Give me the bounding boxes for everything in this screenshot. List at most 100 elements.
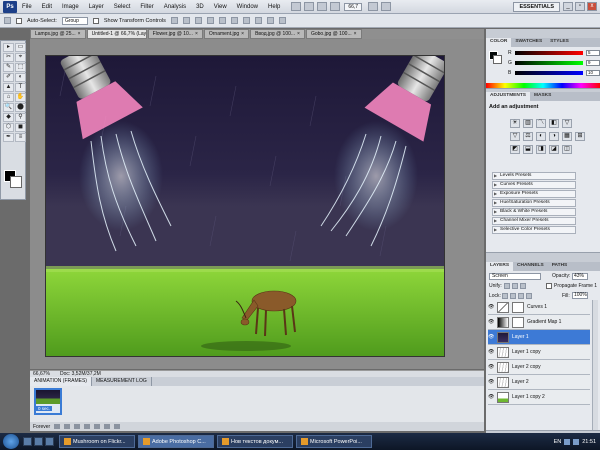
show-desktop-icon[interactable]	[23, 437, 32, 446]
channel-value-field[interactable]: 9	[586, 60, 600, 66]
tool-icon-19[interactable]: ≡	[15, 133, 26, 142]
hand-tool-icon[interactable]	[317, 2, 328, 11]
tool-icon-13[interactable]: ⬤	[15, 103, 26, 112]
zoom-level-dropdown[interactable]: 66,7	[344, 2, 363, 11]
align-right-icon[interactable]	[230, 17, 238, 24]
menu-file[interactable]: File	[17, 4, 37, 10]
preset-row[interactable]: Channel Mixer Presets	[492, 217, 576, 225]
tool-icon-9[interactable]: T	[15, 83, 26, 92]
adjustment-icon[interactable]: ◫	[562, 145, 572, 154]
visibility-eye-icon[interactable]: 👁	[488, 364, 494, 370]
maximize-button[interactable]: ▫	[575, 2, 585, 11]
play-icon[interactable]	[74, 424, 81, 429]
menu-view[interactable]: View	[209, 4, 232, 10]
auto-select-checkbox[interactable]	[16, 17, 22, 24]
align-bottom-icon[interactable]	[194, 17, 202, 24]
layer-row[interactable]: 👁 Layer 1 copy 2	[488, 390, 590, 405]
auto-align-icon[interactable]	[278, 17, 286, 24]
distribute-top-icon[interactable]	[242, 17, 250, 24]
visibility-eye-icon[interactable]: 👁	[488, 334, 494, 340]
media-player-icon[interactable]	[45, 437, 54, 446]
panel-tab[interactable]: COLOR	[486, 38, 512, 47]
document-tab[interactable]: Ввод.jpg @ 100... ×	[250, 29, 305, 39]
document-tab[interactable]: Ornament.jpg ×	[203, 29, 250, 39]
adjustment-icon[interactable]: ◩	[510, 145, 520, 154]
adjustment-icon[interactable]: ◧	[549, 119, 559, 128]
align-center-icon[interactable]	[218, 17, 226, 24]
menu-help[interactable]: Help	[263, 4, 285, 10]
visibility-eye-icon[interactable]: 👁	[488, 394, 494, 400]
menu-image[interactable]: Image	[57, 4, 84, 10]
adjustment-icon[interactable]: ◪	[549, 145, 559, 154]
color-ramp[interactable]	[486, 83, 600, 88]
panel-tab[interactable]: SWATCHES	[511, 38, 546, 47]
tool-icon-16[interactable]: ⬡	[3, 123, 14, 132]
panel-tab[interactable]: LAYERS	[486, 262, 514, 271]
adjustment-icon[interactable]: ⬓	[523, 145, 533, 154]
tab-close-icon[interactable]: ×	[241, 31, 244, 37]
tool-icon-15[interactable]: ⚲	[15, 113, 26, 122]
tool-icon-6[interactable]: ✐	[3, 73, 14, 82]
preset-row[interactable]: Selective Color Presets	[492, 226, 576, 234]
document-tab[interactable]: Lamps.jpg @ 25... ×	[30, 29, 86, 39]
tab-close-icon[interactable]: ×	[78, 31, 81, 37]
adjustment-icon[interactable]: 〽	[536, 119, 546, 128]
tab-close-icon[interactable]: ×	[297, 31, 300, 37]
prev-frame-icon[interactable]	[64, 424, 71, 429]
adjustment-icon[interactable]: ▽	[510, 132, 520, 141]
move-tool-icon[interactable]	[4, 17, 11, 24]
first-frame-icon[interactable]	[54, 424, 61, 429]
adjustment-icon[interactable]: ▥	[523, 119, 533, 128]
close-button[interactable]: x	[587, 2, 597, 11]
unify-visibility-icon[interactable]	[512, 283, 518, 289]
fill-field[interactable]: 100%	[572, 292, 588, 299]
propagate-frame-checkbox[interactable]	[546, 283, 552, 289]
layer-row[interactable]: 👁 Layer 2	[488, 375, 590, 390]
opacity-field[interactable]: 43%	[572, 273, 588, 280]
tool-icon-17[interactable]: ◼	[15, 123, 26, 132]
language-indicator[interactable]: EN	[554, 439, 562, 445]
layer-row[interactable]: 👁 Curves 1	[488, 300, 590, 315]
network-icon[interactable]	[564, 438, 571, 445]
unify-position-icon[interactable]	[504, 283, 510, 289]
distribute-bottom-icon[interactable]	[266, 17, 274, 24]
volume-icon[interactable]	[573, 438, 580, 445]
bridge-icon[interactable]	[291, 2, 302, 11]
preset-row[interactable]: Exposure Presets	[492, 190, 576, 198]
unify-style-icon[interactable]	[520, 283, 526, 289]
tab-close-icon[interactable]: ×	[195, 31, 198, 37]
tool-icon-10[interactable]: ⌂	[3, 93, 14, 102]
tool-icon-2[interactable]: ✂	[3, 53, 14, 62]
adjustment-icon[interactable]: ▦	[562, 132, 572, 141]
taskbar-task[interactable]: Mushroom on Flickr...	[59, 435, 135, 448]
zoom-tool-icon[interactable]	[330, 2, 341, 11]
layer-row[interactable]: 👁 Layer 1	[488, 330, 590, 345]
tool-icon-1[interactable]: ▭	[15, 43, 26, 52]
panel-tab[interactable]: CHANNELS	[513, 262, 548, 271]
taskbar-task[interactable]: Microsoft PowerPoi...	[296, 435, 372, 448]
artwork-canvas[interactable]	[45, 55, 445, 357]
tool-icon-3[interactable]: ⌖	[15, 53, 26, 62]
arrange-documents-icon[interactable]	[368, 2, 379, 11]
channel-value-field[interactable]: 10	[586, 70, 600, 76]
tab-close-icon[interactable]: ×	[354, 31, 357, 37]
menu-edit[interactable]: Edit	[37, 4, 57, 10]
ie-icon[interactable]	[34, 437, 43, 446]
loop-dropdown[interactable]: Forever	[33, 424, 50, 430]
color-bg-swatch[interactable]	[493, 55, 502, 64]
delete-frame-icon[interactable]	[114, 424, 121, 429]
workspace-switcher[interactable]: ESSENTIALS	[513, 1, 560, 12]
preset-row[interactable]: Levels Presets	[492, 172, 576, 180]
channel-slider[interactable]	[515, 61, 583, 65]
clock[interactable]: 21:51	[582, 439, 596, 445]
preset-row[interactable]: Black & White Presets	[492, 208, 576, 216]
next-frame-icon[interactable]	[84, 424, 91, 429]
panel-tab[interactable]: STYLES	[546, 38, 573, 47]
visibility-eye-icon[interactable]: 👁	[488, 379, 494, 385]
adjustment-icon[interactable]: ◐	[536, 132, 546, 141]
lock-pixels-icon[interactable]	[502, 293, 508, 299]
animation-tab[interactable]: MEASUREMENT LOG	[92, 377, 152, 386]
menu-filter[interactable]: Filter	[135, 4, 158, 10]
tool-icon-11[interactable]: ✋	[15, 93, 26, 102]
align-left-icon[interactable]	[206, 17, 214, 24]
